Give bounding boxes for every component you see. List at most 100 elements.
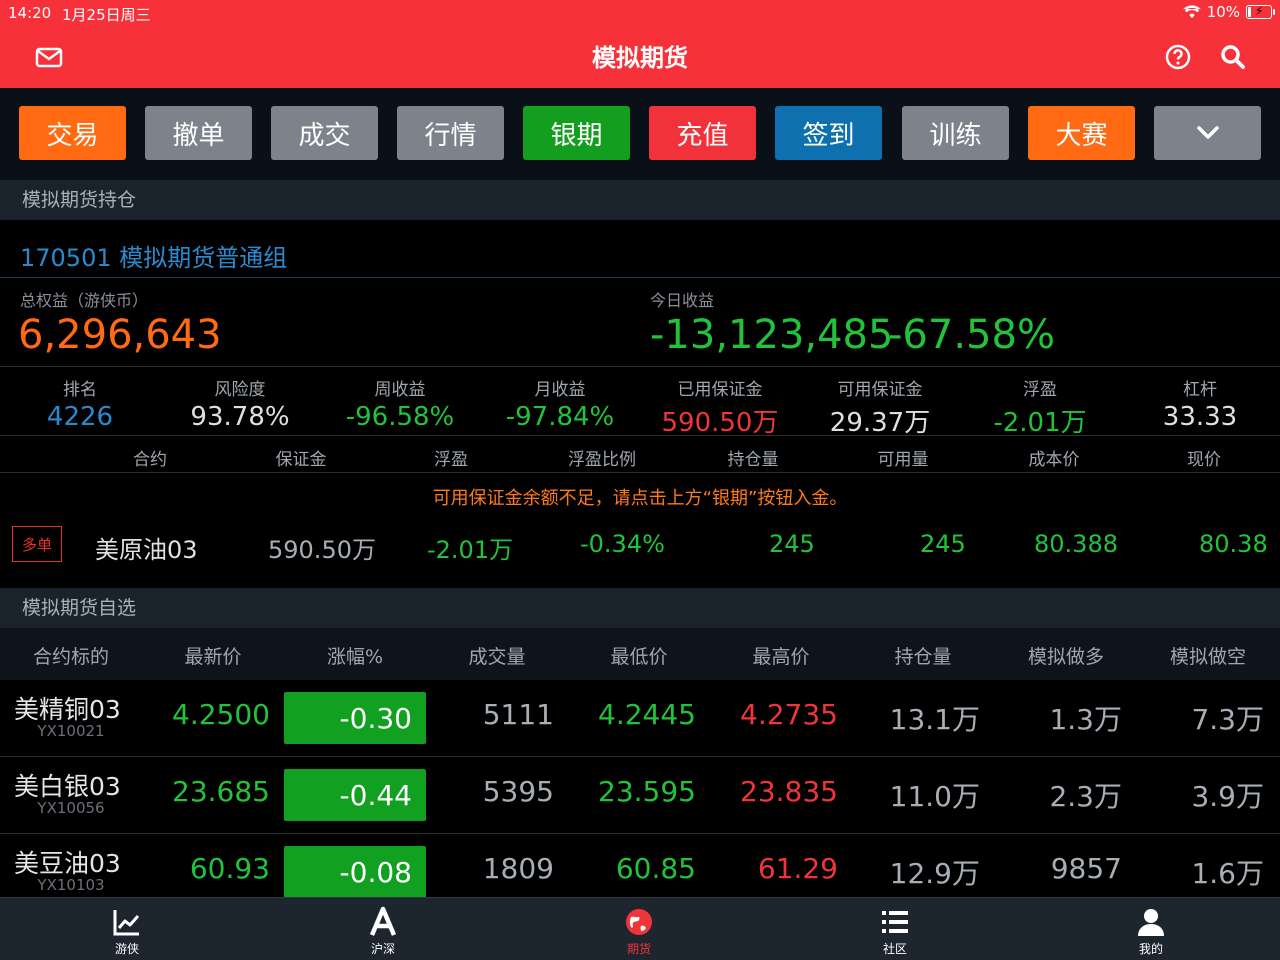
watchlist-row[interactable]: 美精铜03 YX10021 4.2500 -0.30 5111 4.2445 4… [0,680,1280,757]
trade-button[interactable]: 交易 [19,106,126,160]
training-button[interactable]: 训练 [902,106,1009,160]
stat-monthly-return: 月收益 -97.84% [505,380,615,432]
tab-label: 沪深 [370,942,395,956]
letter-a-icon [369,906,397,936]
position-float-pct: -0.34% [580,530,665,558]
wl-volume: 5111 [482,698,554,731]
wl-col-last[interactable]: 最新价 [143,642,283,669]
stat-used-margin: 已用保证金 590.50万 [661,380,779,438]
col-margin: 保证金 [275,450,327,470]
wl-long: 1.3万 [1049,703,1122,736]
wl-oi: 13.1万 [889,703,980,736]
wl-col-volume[interactable]: 成交量 [427,642,567,669]
wl-name: 美精铜03 [14,695,121,724]
wifi-icon [1182,5,1201,19]
wl-low: 60.85 [615,852,696,885]
top-bar: 14:20 1月25日周三 10% ⚡ 模拟期货 [0,0,1280,88]
position-float-pl: -2.01万 [427,536,514,564]
wl-col-oi[interactable]: 持仓量 [853,642,993,669]
tab-youxia[interactable]: 游侠 [57,898,197,960]
watchlist-row[interactable]: 美白银03 YX10056 23.685 -0.44 5395 23.595 2… [0,757,1280,834]
user-icon [1138,909,1164,936]
wl-last: 4.2500 [172,698,270,731]
battery-icon: ⚡ [1246,4,1275,19]
page-title: 模拟期货 [592,44,688,72]
col-avail: 可用量 [877,450,929,470]
tab-hushen[interactable]: 沪深 [313,898,453,960]
today-return-label: 今日收益 [650,291,715,310]
wl-name: 美白银03 [14,772,121,801]
col-qty: 持仓量 [727,450,779,470]
recharge-button[interactable]: 充值 [649,106,756,160]
globe-icon [626,909,652,935]
account-group[interactable]: 170501 模拟期货普通组 [0,220,1280,278]
position-row[interactable]: 多单 美原油03 590.50万 -2.01万 -0.34% 245 245 8… [0,520,1280,588]
tab-label: 期货 [626,942,651,956]
search-icon[interactable] [1218,42,1248,72]
today-return-percent: -67.58% [888,312,1055,358]
position-avail: 245 [920,530,966,558]
wl-low: 4.2445 [598,698,696,731]
account-stats: 排名 4226 风险度 93.78% 周收益 -96.58% 月收益 -97.84% 已… [0,366,1280,438]
tab-futures[interactable]: 期货 [569,898,709,960]
wl-volume: 1809 [482,852,554,885]
wl-oi: 12.9万 [889,857,980,890]
long-position-tag: 多单 [12,526,62,562]
list-icon [882,911,908,933]
wl-code: YX10056 [37,799,105,817]
position-table-header: 合约 保证金 浮盈 浮盈比例 持仓量 可用量 成本价 现价 [0,437,1280,473]
stat-leverage: 杠杆 33.33 [1162,380,1238,432]
wl-long: 9857 [1050,852,1122,885]
account-group-label: 170501 模拟期货普通组 [20,244,288,272]
col-float-pl: 浮盈 [434,450,468,470]
status-indicators: 10% ⚡ [1182,3,1275,21]
wl-change[interactable]: -0.08 [284,846,426,898]
battery-percent: 10% [1206,3,1240,21]
wl-volume: 5395 [482,775,554,808]
wl-high: 23.835 [740,775,838,808]
wl-col-low[interactable]: 最低价 [569,642,709,669]
position-margin: 590.50万 [268,536,376,564]
wl-col-change[interactable]: 涨幅% [285,642,425,669]
tab-label: 游侠 [114,942,139,956]
wl-short: 1.6万 [1191,857,1264,890]
help-icon[interactable] [1163,42,1193,72]
stat-available-margin: 可用保证金 29.37万 [829,380,931,438]
bank-futures-button[interactable]: 银期 [523,106,630,160]
status-date: 1月25日周三 [62,6,151,24]
wl-low: 23.595 [598,775,696,808]
deals-button[interactable]: 成交 [271,106,378,160]
chevron-down-icon [1196,126,1219,139]
contest-button[interactable]: 大赛 [1028,106,1135,160]
equity-label: 总权益（游侠币） [20,291,149,310]
wl-col-short[interactable]: 模拟做空 [1138,642,1278,669]
status-time: 14:20 [8,4,52,22]
quotes-button[interactable]: 行情 [397,106,504,160]
watchlist-header: 合约标的 最新价 涨幅% 成交量 最低价 最高价 持仓量 模拟做多 模拟做空 [0,628,1280,680]
action-button-row: 交易 撤单 成交 行情 银期 充值 签到 训练 大赛 [0,88,1280,180]
chart-icon [113,910,140,936]
wl-oi: 11.0万 [889,780,980,813]
wl-col-long[interactable]: 模拟做多 [996,642,1136,669]
wl-change[interactable]: -0.44 [284,769,426,821]
margin-notice: 可用保证金余额不足，请点击上方“银期”按钮入金。 [432,488,848,509]
position-price: 80.38 [1199,530,1268,558]
equity-value: 6,296,643 [18,312,222,358]
wl-col-contract: 合约标的 [32,646,109,668]
wl-last: 60.93 [189,852,270,885]
stat-rank[interactable]: 排名 4226 [0,367,160,432]
tab-mine[interactable]: 我的 [1081,898,1221,960]
wl-code: YX10103 [37,876,105,894]
wl-col-high[interactable]: 最高价 [711,642,851,669]
stat-risk: 风险度 93.78% [190,380,290,432]
wl-code: YX10021 [37,722,105,740]
more-button[interactable] [1154,106,1261,160]
wl-short: 7.3万 [1191,703,1264,736]
stat-weekly-return: 周收益 -96.58% [345,380,455,432]
col-float-pct: 浮盈比例 [568,450,636,470]
tab-label: 我的 [1138,942,1163,956]
cancel-order-button[interactable]: 撤单 [145,106,252,160]
check-in-button[interactable]: 签到 [775,106,882,160]
wl-change[interactable]: -0.30 [284,692,426,744]
tab-community[interactable]: 社区 [825,898,965,960]
